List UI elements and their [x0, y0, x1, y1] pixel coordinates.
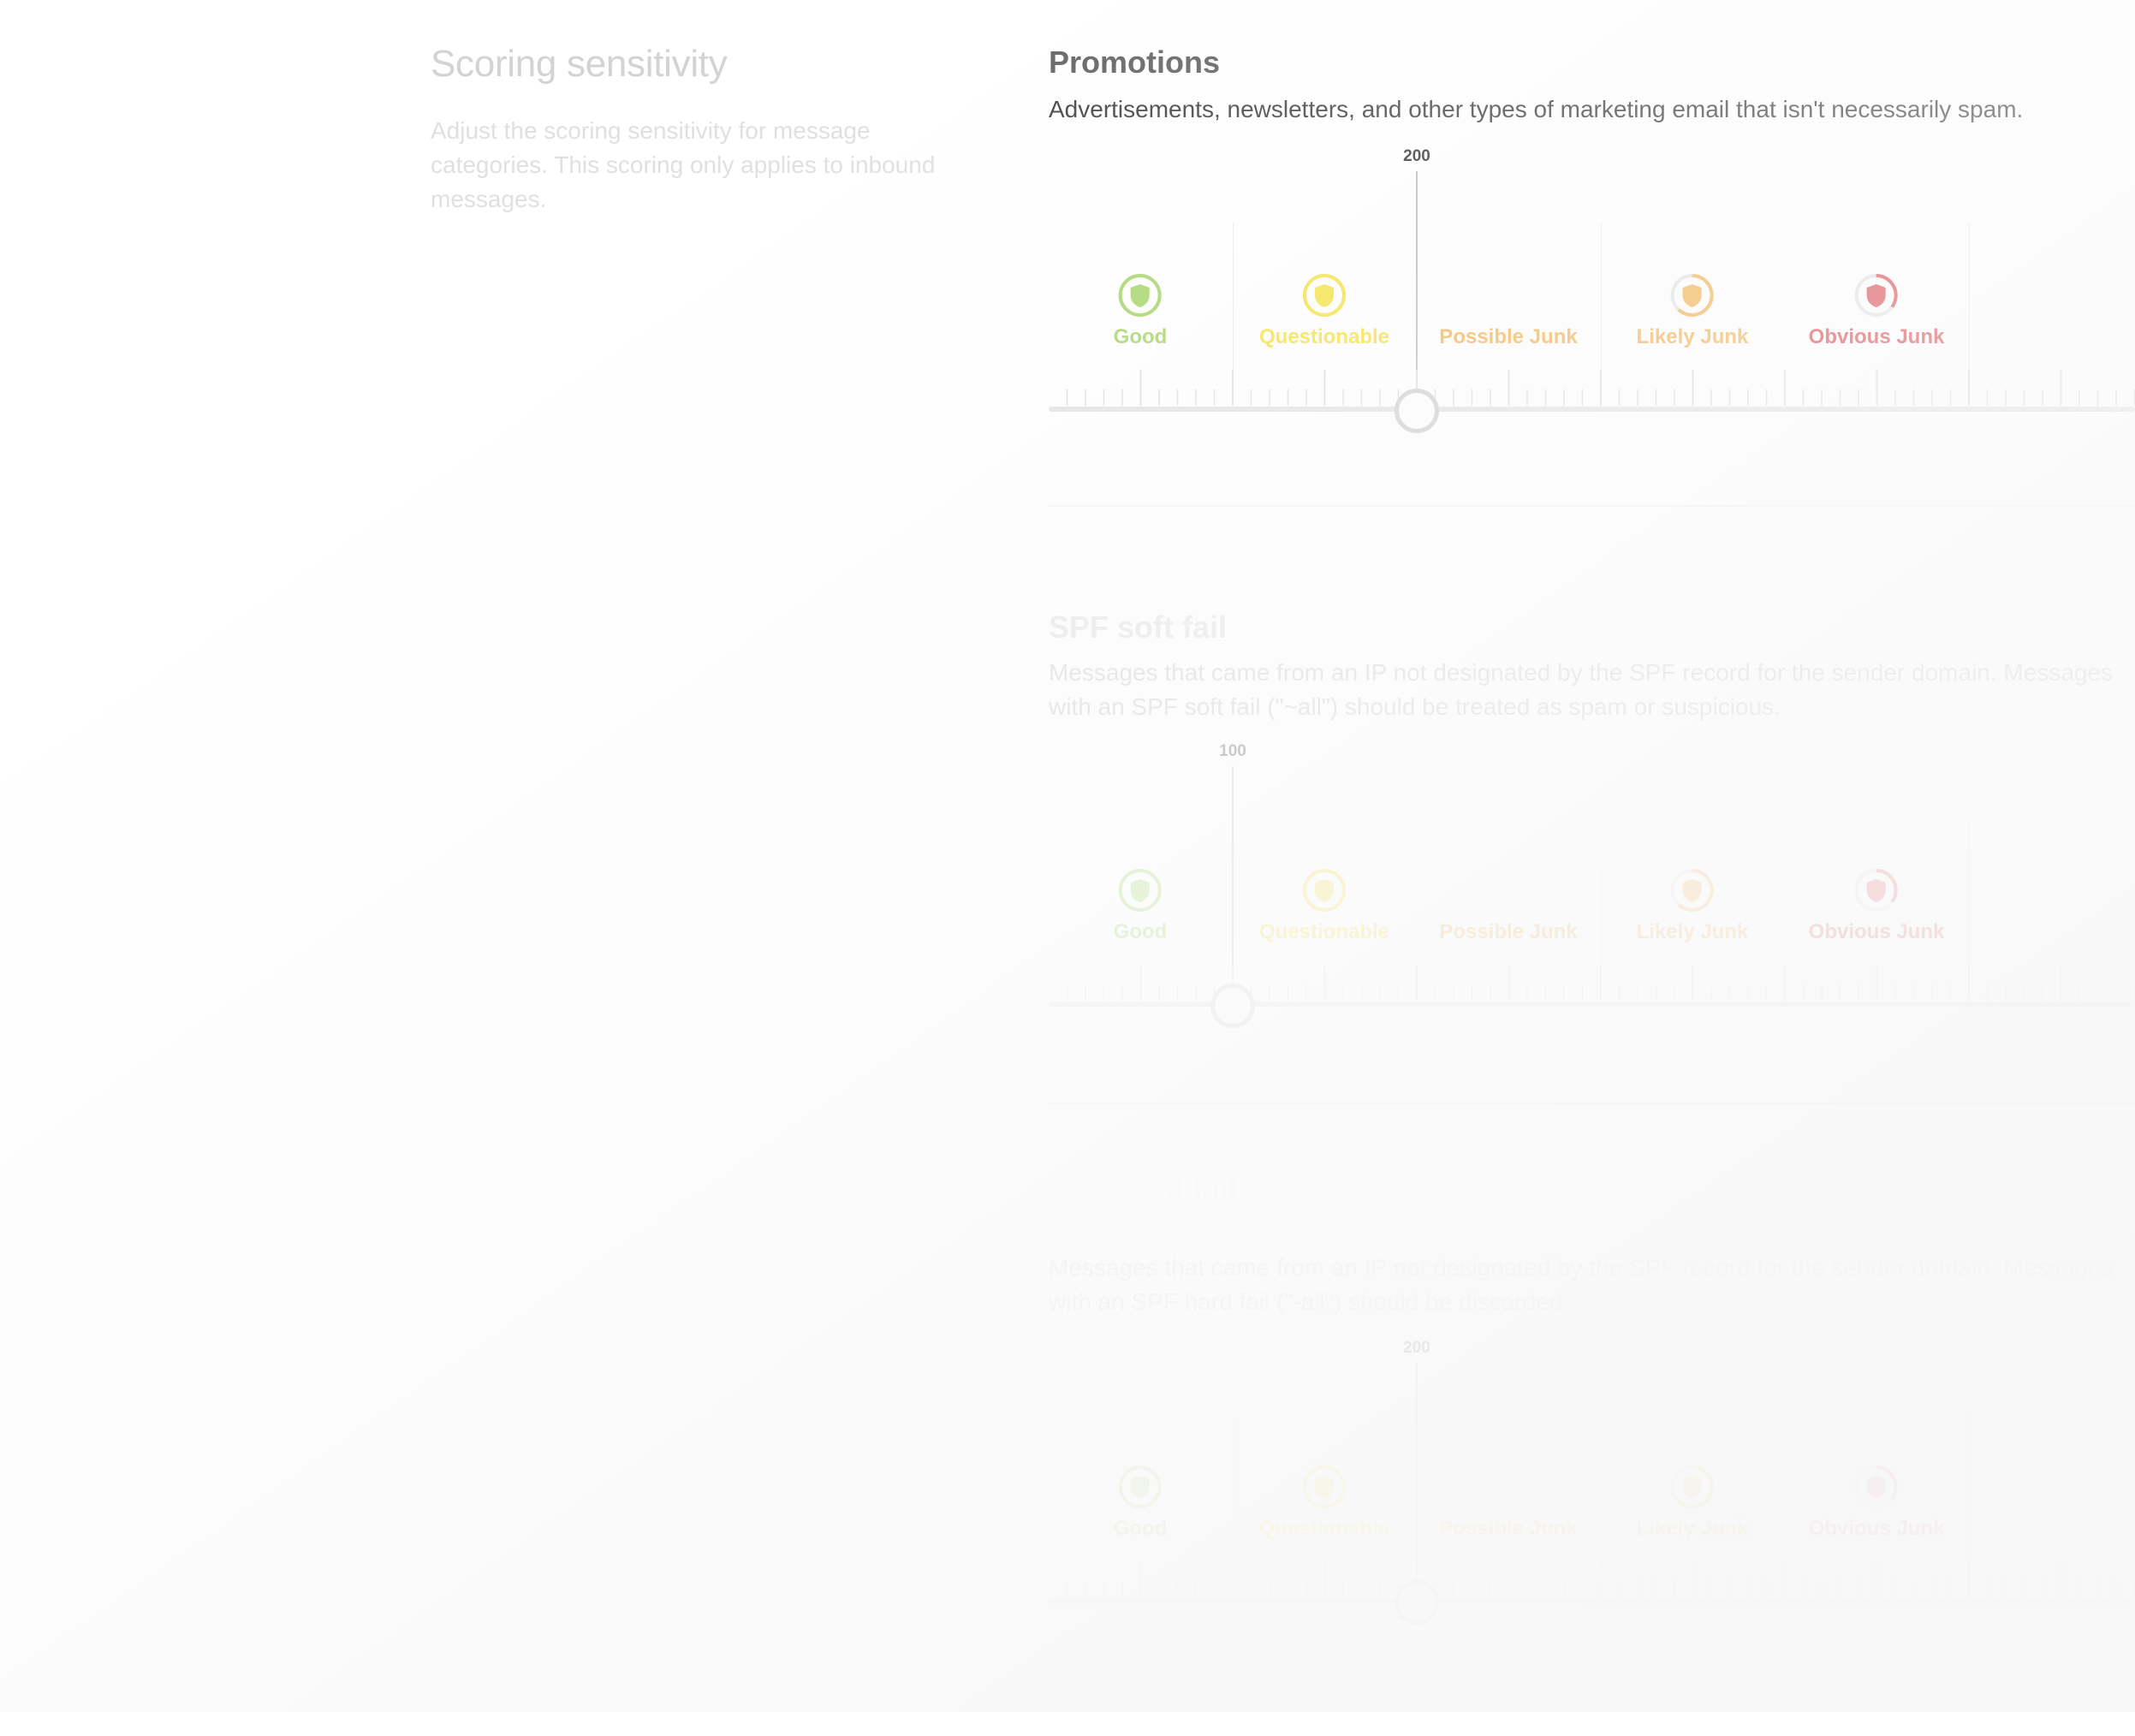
- page-title: Scoring sensitivity: [431, 43, 728, 85]
- slider-track[interactable]: [1049, 1598, 2135, 1603]
- category-label: Obvious Junk: [1808, 325, 1945, 348]
- sensitivity-slider[interactable]: 200 Good Questionable Possible Junk Likely J…: [1049, 1339, 2135, 1625]
- zone-divider: [1601, 223, 1602, 385]
- section-promotions: Promotions Advertisements, newsletters, …: [1049, 45, 2135, 609]
- zone-divider: [1601, 817, 1602, 980]
- zone-divider: [1969, 223, 1970, 385]
- section-title: SPF hard fail: [1049, 1171, 1238, 1206]
- category-good: Good: [1113, 1464, 1168, 1541]
- shield-danger-icon: [1854, 274, 1898, 317]
- scoring-sensitivity-intro: Scoring sensitivity Adjust the scoring s…: [431, 39, 961, 217]
- slider-ticks: [1066, 1561, 2135, 1597]
- slider-value-label: 200: [1403, 1339, 1430, 1357]
- zone-divider: [1969, 1414, 1970, 1577]
- shield-icon: [1303, 274, 1346, 317]
- category-label: Questionable: [1258, 325, 1390, 348]
- category-likely-junk: Likely Junk: [1636, 867, 1749, 944]
- zone-divider: [1601, 1414, 1602, 1577]
- shield-check-icon: [1119, 274, 1162, 317]
- category-obvious-junk: Obvious Junk: [1808, 867, 1945, 944]
- category-good: Good: [1113, 867, 1168, 944]
- category-obvious-junk: Obvious Junk: [1808, 1464, 1945, 1541]
- section-spf-hard-fail: SPF hard fail Messages that came from an…: [1049, 1171, 2135, 1736]
- section-divider: [1049, 1103, 2135, 1104]
- slider-thumb[interactable]: [1395, 389, 1439, 433]
- shield-danger-icon: [1854, 869, 1898, 912]
- section-description: Messages that came from an IP not design…: [1049, 1254, 2114, 1315]
- zone-divider: [1233, 223, 1234, 385]
- category-possible-junk: Possible Junk: [1439, 1464, 1577, 1541]
- category-label: Obvious Junk: [1808, 920, 1945, 943]
- category-label: Likely Junk: [1636, 920, 1749, 943]
- slider-marker-line: [1416, 1363, 1418, 1577]
- page-description: Adjust the scoring sensitivity for messa…: [431, 117, 936, 212]
- category-possible-junk: Possible Junk: [1439, 867, 1577, 944]
- category-label: Possible Junk: [1439, 325, 1578, 348]
- category-label: Obvious Junk: [1808, 1517, 1945, 1540]
- slider-track[interactable]: [1049, 407, 2135, 412]
- category-obvious-junk: Obvious Junk: [1808, 272, 1945, 349]
- zone-divider: [1969, 817, 1970, 980]
- shield-warning-icon: [1670, 274, 1714, 317]
- category-label: Possible Junk: [1439, 920, 1578, 943]
- shield-icon: [1303, 869, 1346, 912]
- shield-icon: [1303, 1465, 1346, 1508]
- shield-check-icon: [1119, 869, 1162, 912]
- category-possible-junk: Possible Junk: [1439, 272, 1577, 349]
- category-label: Good: [1113, 325, 1168, 348]
- section-divider: [1049, 505, 2135, 507]
- category-label: Possible Junk: [1439, 1517, 1578, 1540]
- section-title: SPF soft fail: [1049, 609, 1228, 645]
- category-label: Questionable: [1258, 920, 1390, 943]
- slider-marker-line: [1232, 766, 1234, 980]
- slider-ticks: [1066, 370, 2135, 406]
- slider-marker-line: [1416, 171, 1418, 385]
- section-description: Advertisements, newsletters, and other t…: [1049, 96, 2024, 122]
- slider-value-label: 200: [1403, 147, 1430, 165]
- section-description: Messages that came from an IP not design…: [1049, 659, 2114, 720]
- category-questionable: Questionable: [1259, 867, 1389, 944]
- category-questionable: Questionable: [1259, 272, 1389, 349]
- section-spf-soft-fail: SPF soft fail Messages that came from an…: [1049, 609, 2135, 1174]
- slider-value-label: 100: [1219, 742, 1246, 760]
- slider-thumb[interactable]: [1395, 1580, 1439, 1625]
- category-label: Likely Junk: [1636, 325, 1749, 348]
- shield-warning-icon: [1670, 869, 1714, 912]
- sensitivity-slider[interactable]: 200 Good Questionable Possible Junk Likely J…: [1049, 147, 2135, 433]
- shield-check-icon: [1119, 1465, 1162, 1508]
- category-likely-junk: Likely Junk: [1636, 272, 1749, 349]
- category-label: Likely Junk: [1636, 1517, 1749, 1540]
- slider-thumb[interactable]: [1210, 984, 1255, 1028]
- category-label: Questionable: [1258, 1517, 1390, 1540]
- category-label: Good: [1113, 1517, 1168, 1540]
- category-good: Good: [1113, 272, 1168, 349]
- category-questionable: Questionable: [1259, 1464, 1389, 1541]
- shield-danger-icon: [1854, 1465, 1898, 1508]
- category-label: Good: [1113, 920, 1168, 943]
- section-title: Promotions: [1049, 45, 1221, 80]
- sensitivity-slider[interactable]: 100 Good Questionable Possible Junk Likely J…: [1049, 742, 2135, 1028]
- category-likely-junk: Likely Junk: [1636, 1464, 1749, 1541]
- shield-warning-icon: [1670, 1465, 1714, 1508]
- zone-divider: [1233, 1414, 1234, 1577]
